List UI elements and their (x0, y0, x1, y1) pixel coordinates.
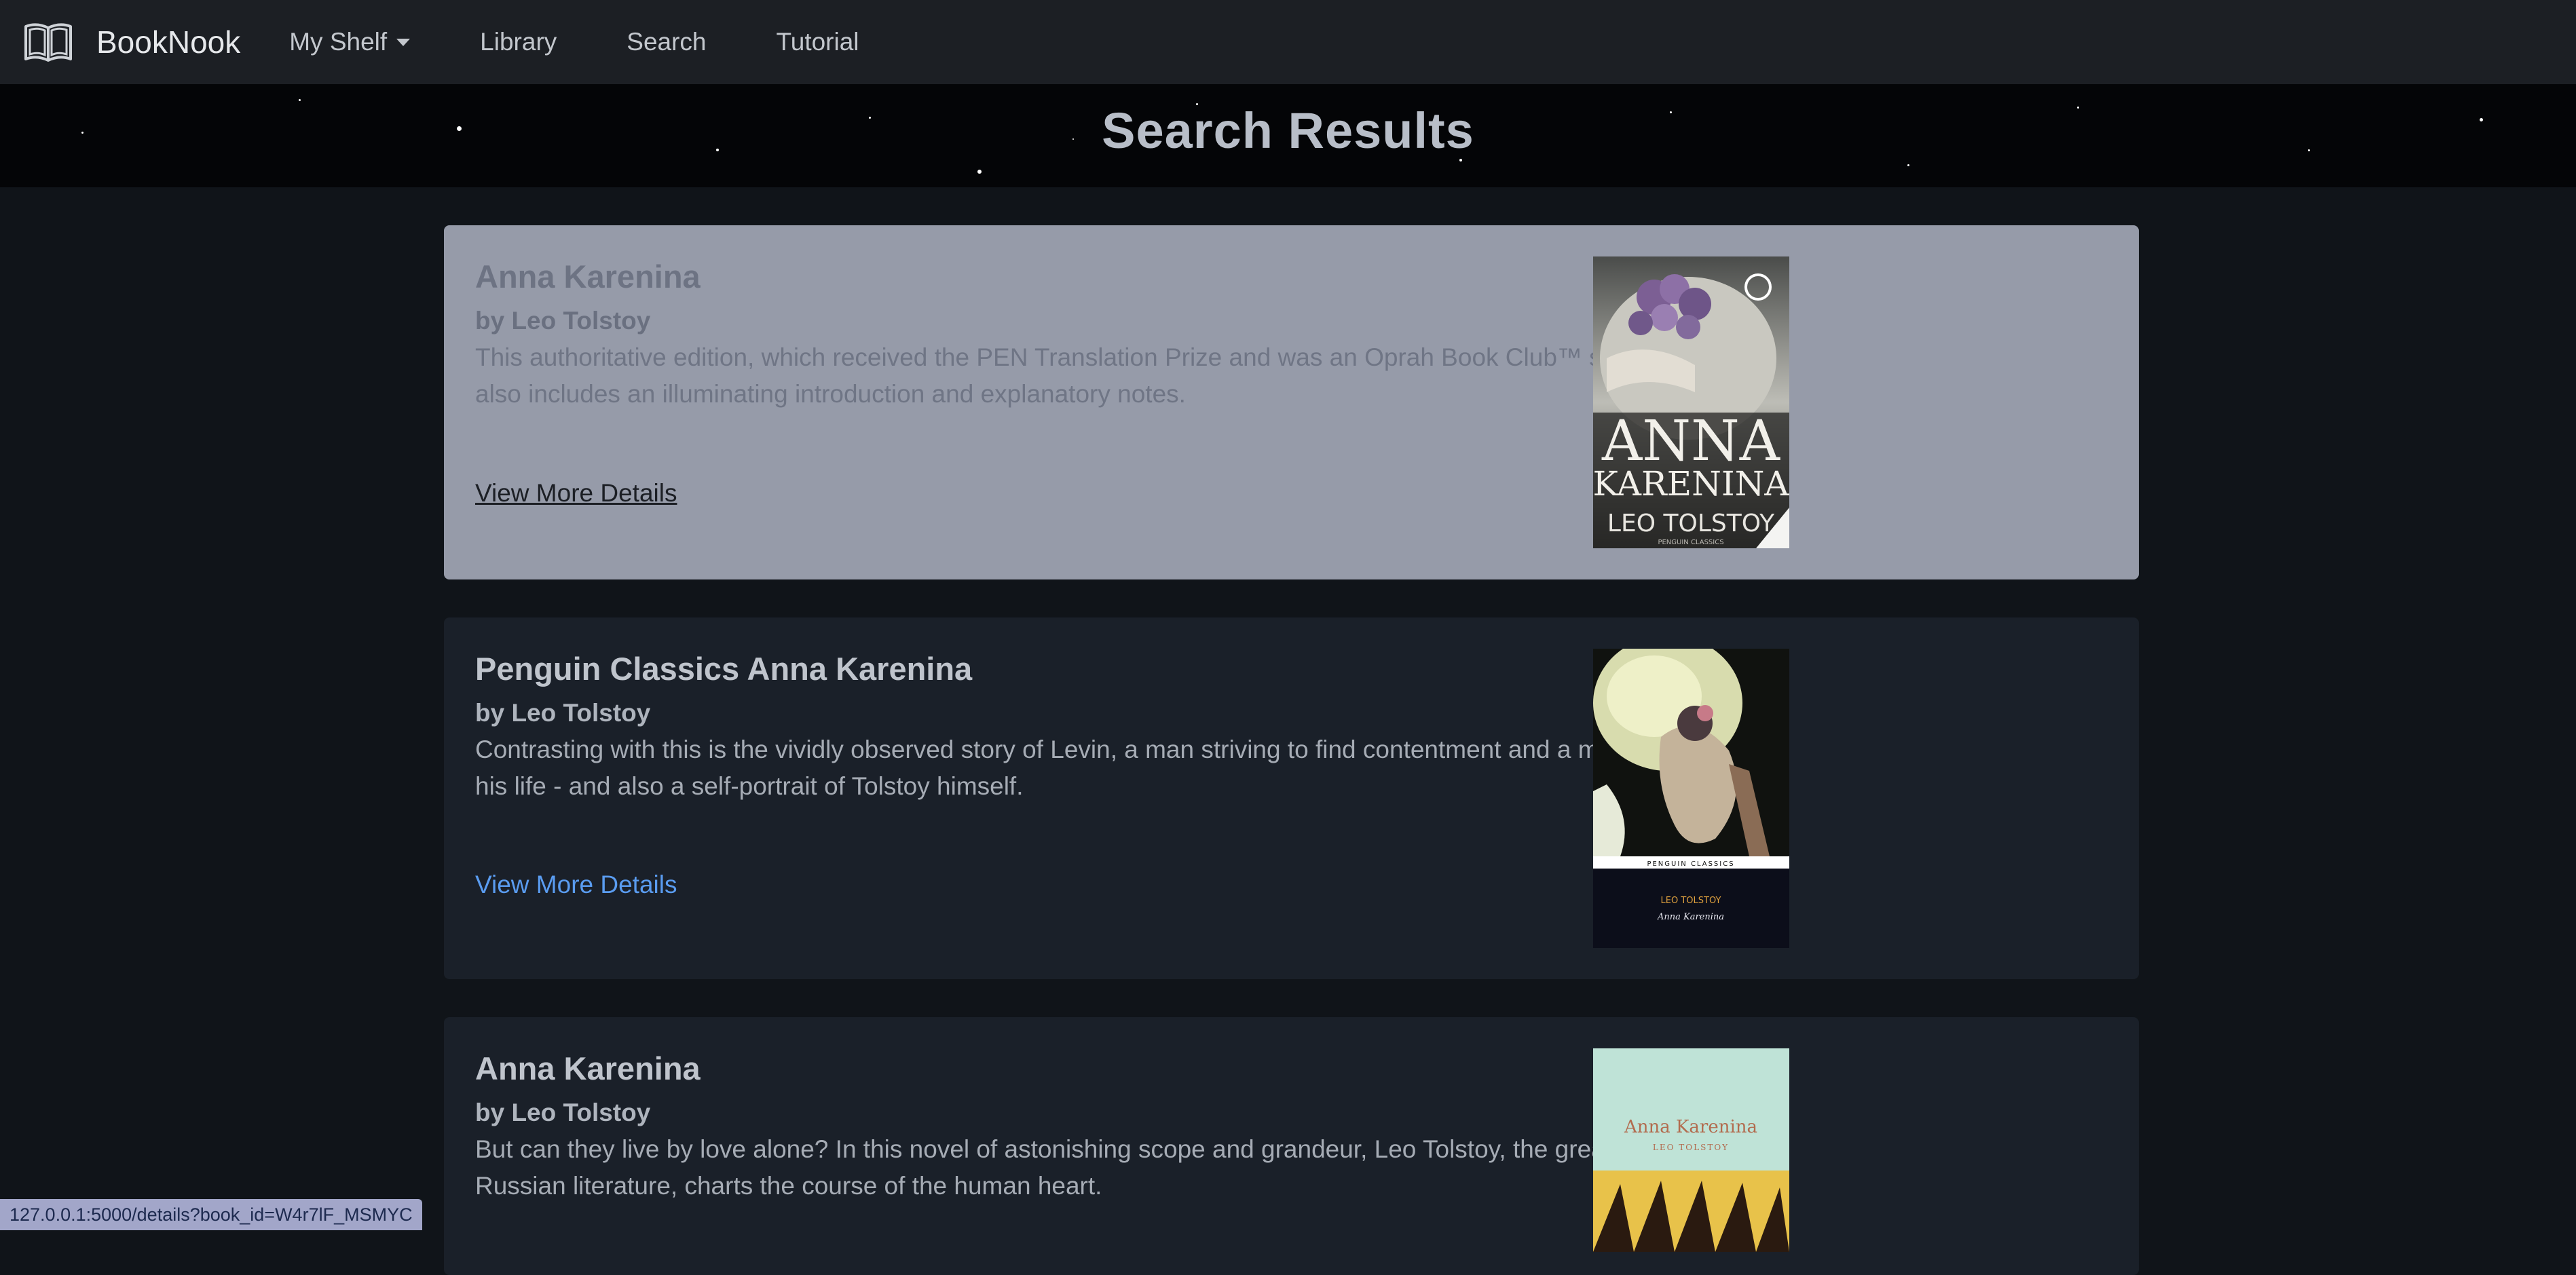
view-more-details-link[interactable]: View More Details (475, 871, 677, 899)
nav-item-label: Search (627, 28, 706, 56)
page-title: Search Results (0, 102, 2576, 159)
nav-menu: My Shelf Library Search Tutorial (289, 28, 929, 56)
card-body: Anna Karenina by Leo Tolstoy This author… (475, 256, 1724, 413)
open-book-icon (23, 20, 73, 64)
card-body: Penguin Classics Anna Karenina by Leo To… (475, 649, 1724, 805)
cover-title-text: Anna Karenina (1657, 912, 1724, 922)
cover-author-text: LEO TOLSTOY (1661, 896, 1721, 906)
cover-title-text: KARENINA (1593, 464, 1789, 503)
brand[interactable]: BookNook (23, 20, 240, 64)
cover-publisher-text: PENGUIN CLASSICS (1658, 539, 1723, 546)
book-author: by Leo Tolstoy (475, 304, 1724, 338)
star-decoration (1907, 164, 1909, 166)
top-navbar: BookNook My Shelf Library Search Tutoria… (0, 0, 2576, 84)
cover-series-text: PENGUIN CLASSICS (1647, 860, 1734, 868)
brand-name: BookNook (96, 24, 240, 60)
star-decoration (977, 170, 982, 174)
card-body: Anna Karenina by Leo Tolstoy But can the… (475, 1048, 1724, 1204)
book-title: Anna Karenina (475, 1048, 1724, 1089)
cover-title-text: Anna Karenina (1624, 1117, 1757, 1137)
book-author: by Leo Tolstoy (475, 696, 1724, 730)
book-title: Penguin Classics Anna Karenina (475, 649, 1724, 689)
search-result-card[interactable]: Anna Karenina by Leo Tolstoy This author… (444, 225, 2139, 579)
book-description: This authoritative edition, which receiv… (475, 339, 1724, 413)
search-result-card[interactable]: Anna Karenina by Leo Tolstoy But can the… (444, 1017, 2139, 1275)
link-preview-status-bar: 127.0.0.1:5000/details?book_id=W4r7lF_MS… (0, 1199, 422, 1230)
cover-author-text: LEO TOLSTOY (1607, 510, 1775, 537)
caret-down-icon (396, 39, 410, 46)
book-title: Anna Karenina (475, 256, 1724, 297)
view-more-details-link[interactable]: View More Details (475, 479, 677, 508)
nav-item-my-shelf[interactable]: My Shelf (289, 28, 410, 56)
book-author: by Leo Tolstoy (475, 1096, 1724, 1130)
nav-item-label: Library (480, 28, 557, 56)
book-cover-image[interactable]: Anna Karenina LEO TOLSTOY (1593, 1048, 1789, 1252)
nav-item-label: Tutorial (777, 28, 859, 56)
nav-item-library[interactable]: Library (480, 28, 557, 56)
star-decoration (299, 99, 301, 101)
book-description: But can they live by love alone? In this… (475, 1131, 1724, 1204)
book-cover-image[interactable]: ANNA KARENINA LEO TOLSTOY PENGUIN CLASSI… (1593, 256, 1789, 548)
cover-author-text: LEO TOLSTOY (1653, 1143, 1729, 1152)
book-cover-image[interactable]: PENGUIN CLASSICS LEO TOLSTOY Anna Kareni… (1593, 649, 1789, 948)
nav-item-label: My Shelf (289, 28, 387, 56)
search-result-card[interactable]: Penguin Classics Anna Karenina by Leo To… (444, 617, 2139, 979)
hero-banner: Search Results (0, 84, 2576, 187)
book-description: Contrasting with this is the vividly obs… (475, 731, 1724, 805)
nav-item-tutorial[interactable]: Tutorial (777, 28, 859, 56)
nav-item-search[interactable]: Search (627, 28, 706, 56)
